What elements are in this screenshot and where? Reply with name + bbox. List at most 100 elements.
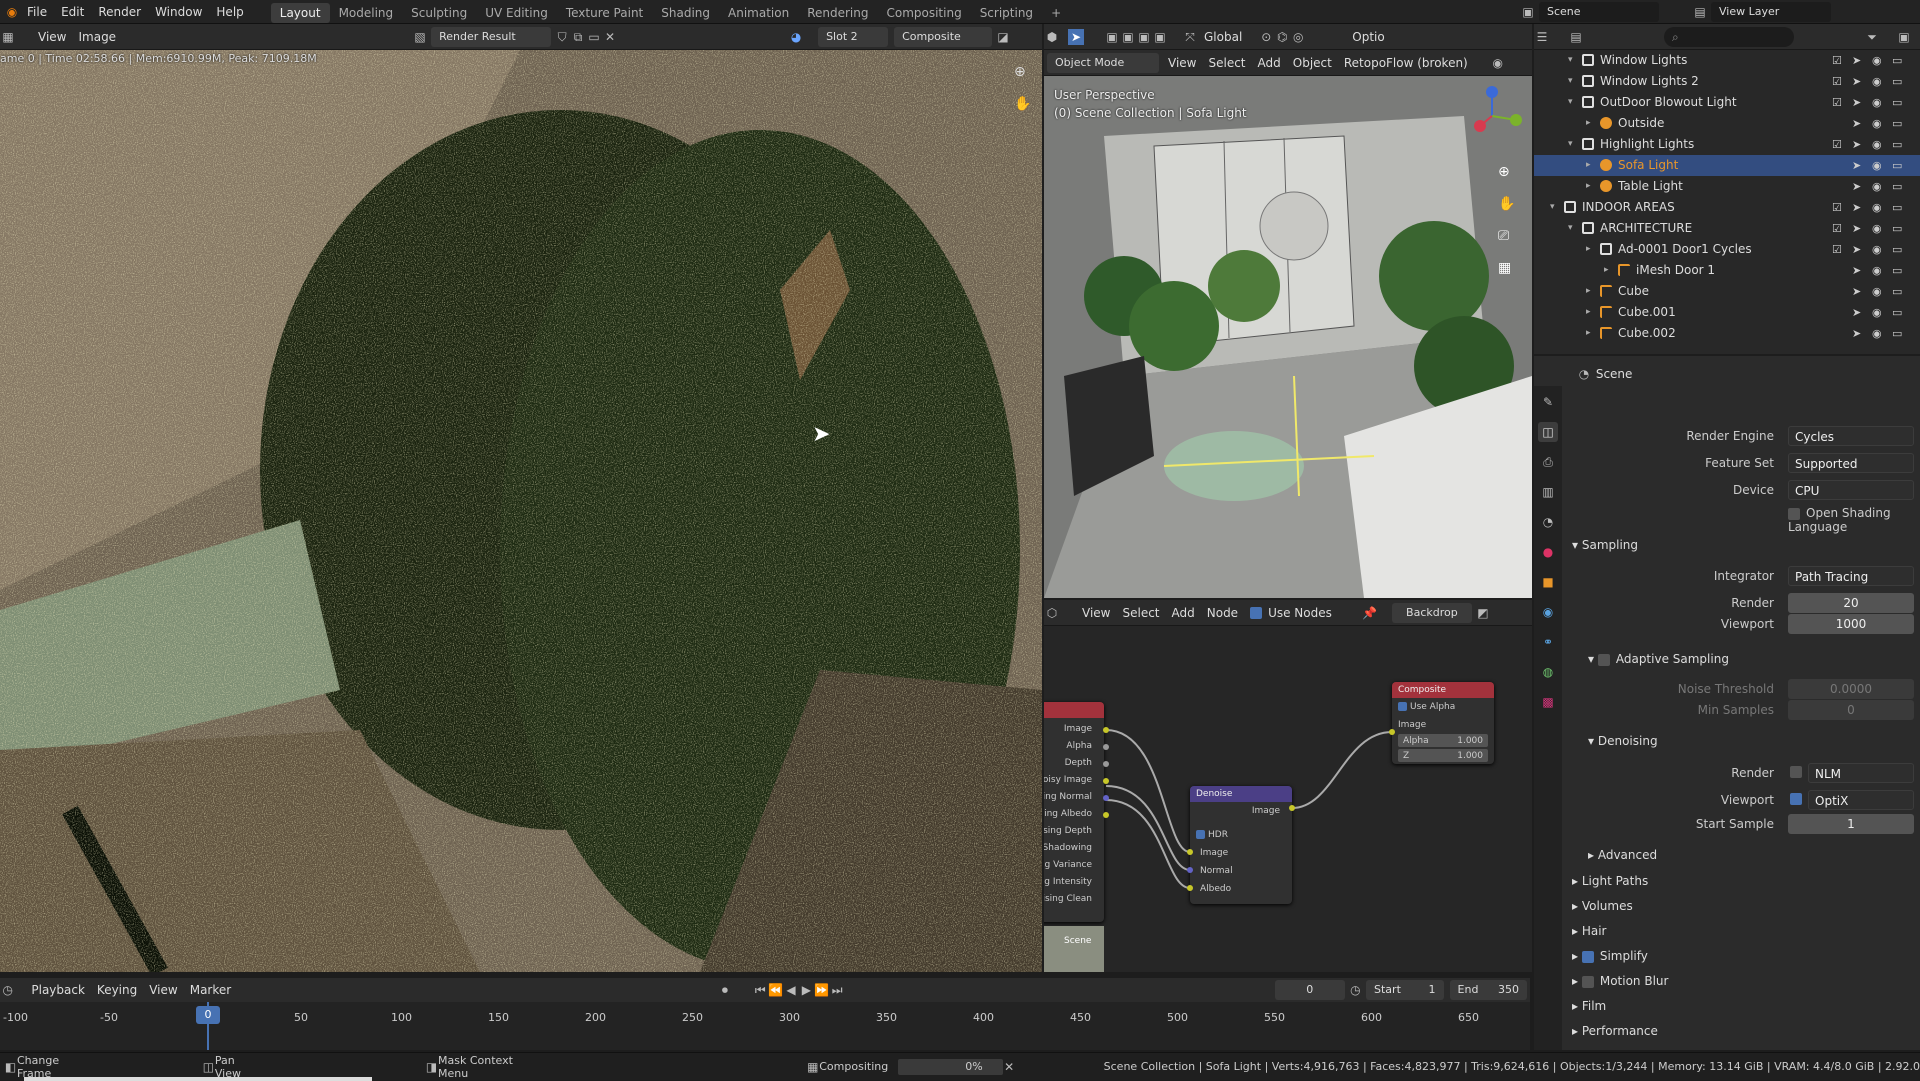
outliner-row[interactable]: ▸ Ad-0001 Door1 Cycles ☑ ➤ ◉ ▭ <box>1534 239 1920 260</box>
object-mode-dropdown[interactable]: Object Mode <box>1047 52 1159 73</box>
scene-tab-icon[interactable]: ◔ <box>1538 512 1558 532</box>
pan-view-icon[interactable]: ✋ <box>1498 196 1515 212</box>
snap-icon[interactable]: ⌬ <box>1274 29 1290 45</box>
eye-icon[interactable]: ◉ <box>1872 176 1882 197</box>
physics-tab-icon[interactable]: ◉ <box>1538 602 1558 622</box>
view-layer-tab-icon[interactable]: ▥ <box>1538 482 1558 502</box>
expand-toggle-icon[interactable]: ▸ <box>1586 113 1591 134</box>
tab-uv-editing[interactable]: UV Editing <box>476 3 557 23</box>
constraints-tab-icon[interactable]: ⚭ <box>1538 632 1558 652</box>
slot-selector[interactable]: Slot 2 <box>818 26 889 47</box>
tab-texture-paint[interactable]: Texture Paint <box>557 3 652 23</box>
render-visibility-icon[interactable]: ▭ <box>1892 176 1902 197</box>
render-visibility-icon[interactable]: ▭ <box>1892 302 1902 323</box>
render-visibility-icon[interactable]: ▭ <box>1892 71 1902 92</box>
exclude-checkbox-icon[interactable]: ☑ <box>1832 239 1842 260</box>
image-image-menu[interactable]: Image <box>72 27 122 47</box>
denoise-socket-image[interactable] <box>1187 849 1193 855</box>
tab-sculpting[interactable]: Sculpting <box>402 3 476 23</box>
denoise-render-dropdown[interactable]: NLM <box>1808 763 1914 783</box>
outliner-row[interactable]: ▾ ARCHITECTURE ☑ ➤ ◉ ▭ <box>1534 218 1920 239</box>
render-visibility-icon[interactable]: ▭ <box>1892 218 1902 239</box>
playhead-handle[interactable]: 0 <box>196 1006 220 1024</box>
denoise-socket-output[interactable] <box>1289 805 1295 811</box>
close-icon[interactable]: ✕ <box>602 29 618 45</box>
rl-socket-albedo[interactable] <box>1103 812 1109 818</box>
light-paths-panel[interactable]: ▸ Light Paths <box>1572 874 1648 888</box>
outliner-row[interactable]: ▸ Cube ➤ ◉ ▭ <box>1534 281 1920 302</box>
tab-animation[interactable]: Animation <box>719 3 798 23</box>
record-icon[interactable]: ⏺ <box>717 982 732 998</box>
expand-toggle-icon[interactable]: ▸ <box>1586 323 1591 344</box>
rl-socket-depth[interactable] <box>1103 761 1109 767</box>
expand-toggle-icon[interactable]: ▾ <box>1568 134 1573 155</box>
selectable-icon[interactable]: ➤ <box>1852 281 1861 302</box>
navigation-gizmo[interactable] <box>1462 86 1522 146</box>
prev-keyframe-icon[interactable]: ⏪ <box>768 982 783 998</box>
expand-toggle-icon[interactable]: ▾ <box>1568 71 1573 92</box>
eye-icon[interactable]: ◉ <box>1872 113 1882 134</box>
eye-icon[interactable]: ◉ <box>1872 134 1882 155</box>
jump-start-icon[interactable]: ⏮ <box>753 982 768 998</box>
eye-icon[interactable]: ◉ <box>1872 71 1882 92</box>
start-sample-field[interactable]: 1 <box>1788 814 1914 834</box>
render-visibility-icon[interactable]: ▭ <box>1892 113 1902 134</box>
exclude-checkbox-icon[interactable]: ☑ <box>1832 50 1842 71</box>
eye-icon[interactable]: ◉ <box>1872 92 1882 113</box>
current-frame-field[interactable]: 0 <box>1274 980 1345 1000</box>
render-result-canvas[interactable]: ame 0 | Time 02:58.66 | Mem:6910.99M, Pe… <box>0 50 1042 972</box>
render-layers-node[interactable]: Image Alpha Depth Noisy Image oising Nor… <box>1044 702 1104 922</box>
viewport-object-menu[interactable]: Object <box>1287 53 1338 73</box>
device-dropdown[interactable]: CPU <box>1788 480 1914 500</box>
selectable-icon[interactable]: ➤ <box>1852 239 1861 260</box>
performance-panel[interactable]: ▸ Performance <box>1572 1024 1658 1038</box>
expand-toggle-icon[interactable]: ▸ <box>1586 302 1591 323</box>
display-mode-icon[interactable]: ▤ <box>1568 29 1584 45</box>
end-frame-field[interactable]: End 350 <box>1449 980 1528 1000</box>
rl-socket-alpha[interactable] <box>1103 744 1109 750</box>
menu-help[interactable]: Help <box>209 0 250 24</box>
render-visibility-icon[interactable]: ▭ <box>1892 260 1902 281</box>
orientation-dropdown[interactable]: Global <box>1198 27 1248 47</box>
render-visibility-icon[interactable]: ▭ <box>1892 239 1902 260</box>
play-reverse-icon[interactable]: ◀ <box>783 982 798 998</box>
timeline-view-menu[interactable]: View <box>143 980 183 1000</box>
zoom-view-icon[interactable]: ⊕ <box>1498 164 1510 180</box>
timeline[interactable]: ◷ Playback Keying View Marker ⏺ ⏮ ⏪ ◀ ▶ … <box>0 978 1530 1050</box>
render-visibility-icon[interactable]: ▭ <box>1892 92 1902 113</box>
film-panel[interactable]: ▸ Film <box>1572 999 1606 1013</box>
tab-scripting[interactable]: Scripting <box>971 3 1042 23</box>
preview-range-icon[interactable]: ◷ <box>1348 982 1363 998</box>
sampling-panel-header[interactable]: ▾ Sampling <box>1572 538 1638 552</box>
composite-use-alpha-toggle[interactable]: Use Alpha <box>1398 702 1455 712</box>
noise-threshold-field[interactable]: 0.0000 <box>1788 679 1914 699</box>
integrator-dropdown[interactable]: Path Tracing <box>1788 566 1914 586</box>
scene-selector[interactable]: Scene <box>1539 2 1659 22</box>
denoise-render-checkbox[interactable] <box>1790 766 1802 778</box>
denoise-socket-normal[interactable] <box>1187 867 1193 873</box>
render-visibility-icon[interactable]: ▭ <box>1892 323 1902 344</box>
jump-end-icon[interactable]: ⏭ <box>829 982 844 998</box>
tab-compositing[interactable]: Compositing <box>877 3 970 23</box>
selectable-icon[interactable]: ➤ <box>1852 71 1861 92</box>
retopoflow-menu[interactable]: RetopoFlow (broken) <box>1338 53 1474 73</box>
select-subtract-icon[interactable]: ▣ <box>1136 29 1152 45</box>
selectable-icon[interactable]: ➤ <box>1852 134 1861 155</box>
tab-modeling[interactable]: Modeling <box>330 3 403 23</box>
texture-tab-icon[interactable]: ▩ <box>1538 692 1558 712</box>
selectable-icon[interactable]: ➤ <box>1852 92 1861 113</box>
expand-toggle-icon[interactable]: ▾ <box>1568 218 1573 239</box>
composite-z-field[interactable]: Z 1.000 <box>1398 749 1488 762</box>
camera-view-icon[interactable]: ⎚ <box>1498 228 1509 244</box>
outliner-row[interactable]: ▸ Cube.002 ➤ ◉ ▭ <box>1534 323 1920 344</box>
feature-set-dropdown[interactable]: Supported <box>1788 453 1914 473</box>
render-visibility-icon[interactable]: ▭ <box>1892 281 1902 302</box>
selectable-icon[interactable]: ➤ <box>1852 260 1861 281</box>
render-tab-icon[interactable]: ◫ <box>1538 422 1558 442</box>
3d-viewport[interactable]: User Perspective (0) Scene Collection | … <box>1044 76 1532 598</box>
image-view-menu[interactable]: View <box>32 27 72 47</box>
viewport-samples-field[interactable]: 1000 <box>1788 614 1914 634</box>
eye-icon[interactable]: ◉ <box>1872 281 1882 302</box>
adaptive-sampling-header[interactable]: ▾ Adaptive Sampling <box>1588 652 1729 666</box>
exclude-checkbox-icon[interactable]: ☑ <box>1832 197 1842 218</box>
